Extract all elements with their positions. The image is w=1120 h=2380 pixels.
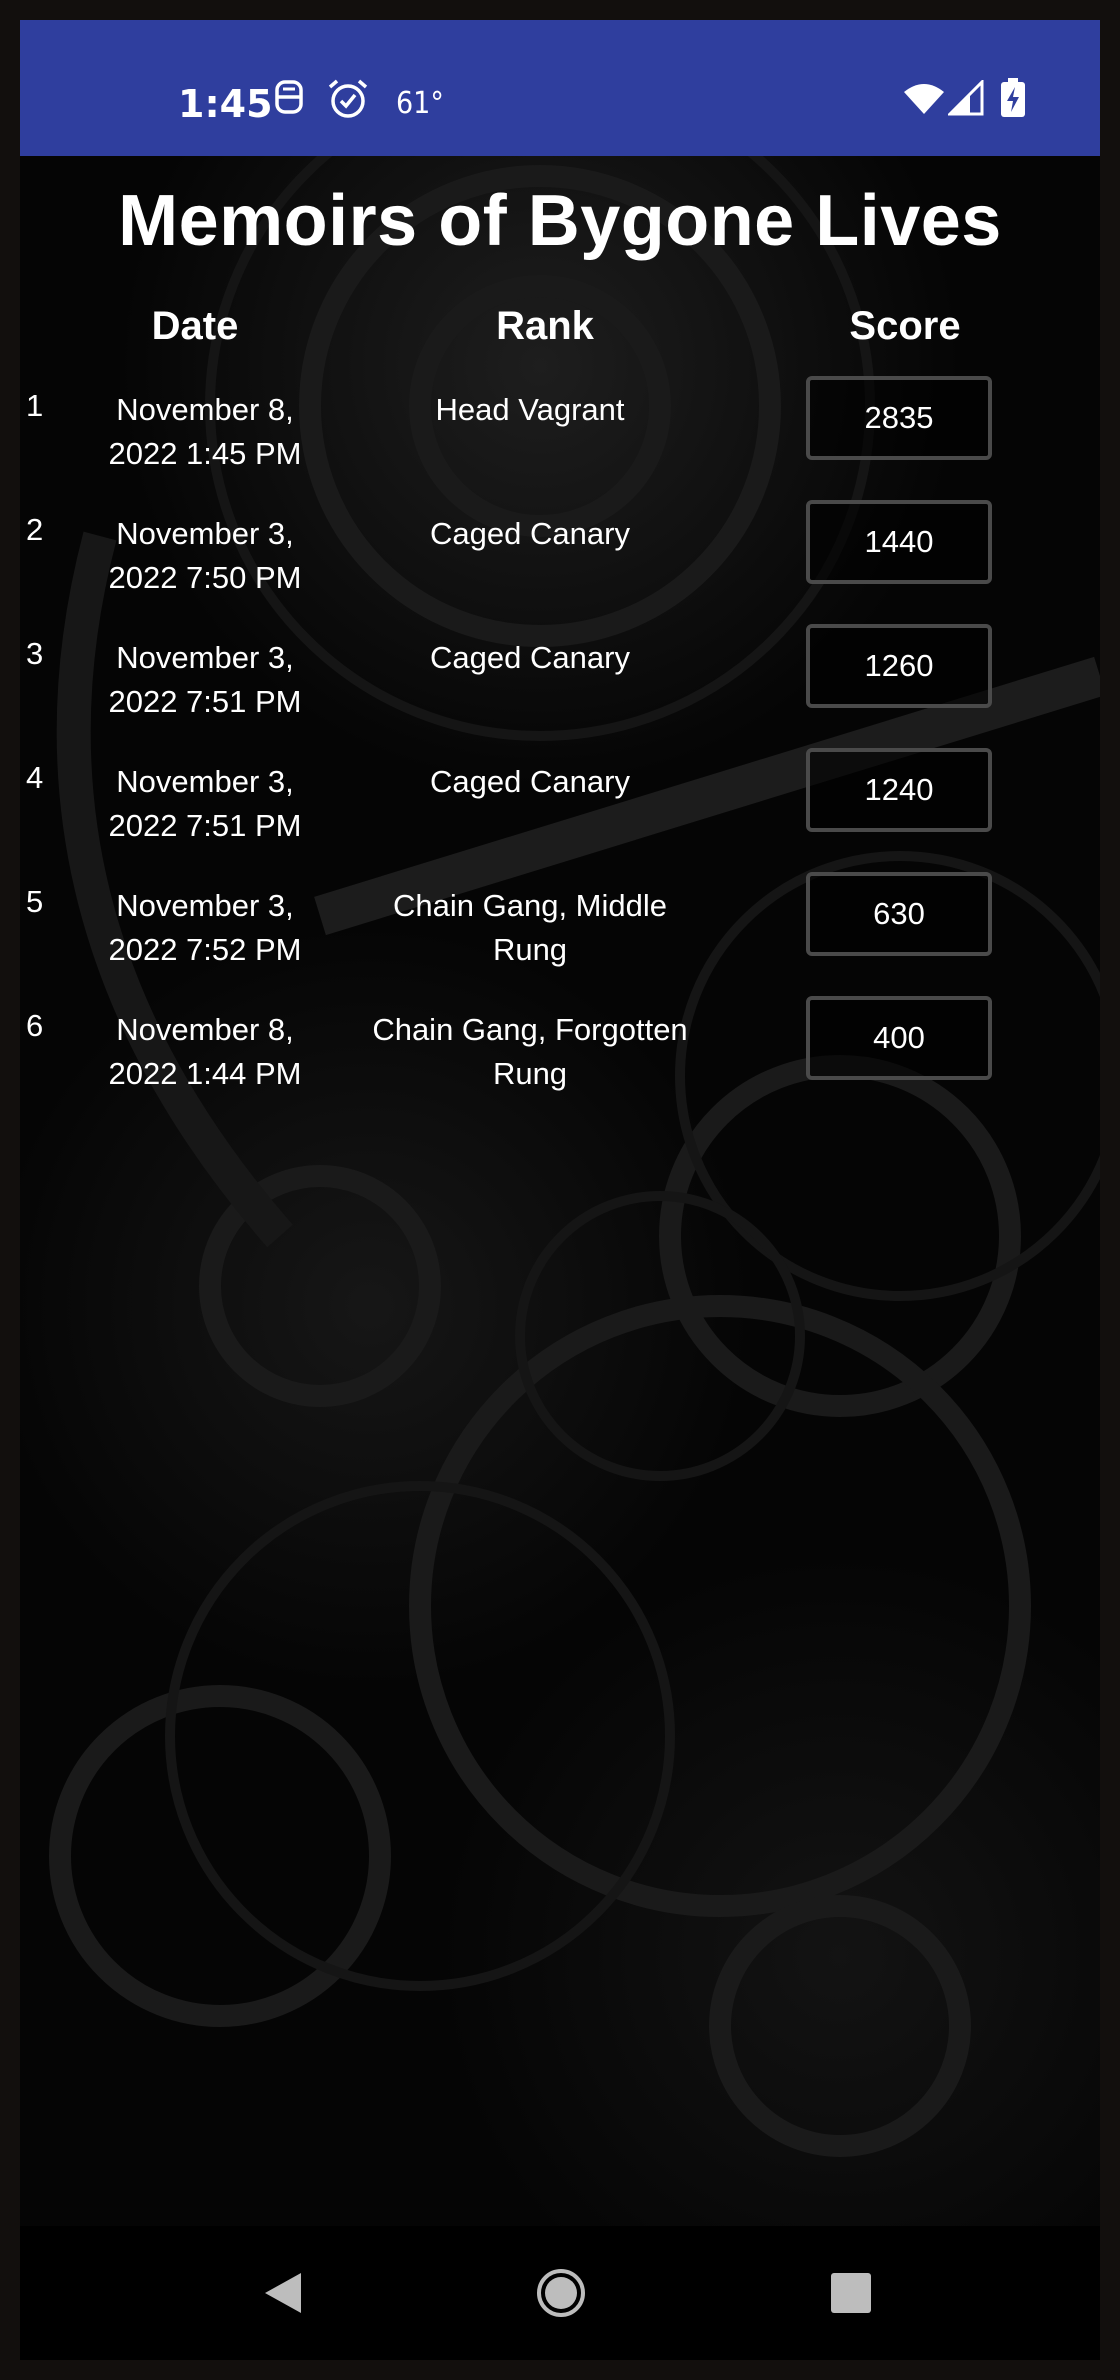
row-rank-line: Rung	[492, 932, 568, 967]
row-score: 1240	[806, 748, 992, 832]
row-index: 3	[26, 636, 44, 671]
row-rank-line: Chain Gang, Forgotten	[372, 1012, 688, 1047]
status-bar: 1:45 61°	[20, 20, 1100, 156]
row-date-line: November 3,	[116, 888, 294, 923]
leaderboard-row: 1 November 8, 2022 1:45 PM Head Vagrant …	[20, 376, 1100, 512]
row-score: 630	[806, 872, 992, 956]
column-header-rank: Rank	[496, 304, 594, 348]
row-date-line: 2022 7:52 PM	[108, 932, 302, 967]
navigation-bar	[20, 2226, 1100, 2360]
row-index: 4	[26, 760, 44, 795]
leaderboard-row: 4 November 3, 2022 7:51 PM Caged Canary …	[20, 748, 1100, 884]
row-rank: Head Vagrant	[350, 388, 710, 432]
leaderboard-row: 2 November 3, 2022 7:50 PM Caged Canary …	[20, 500, 1100, 636]
alarm-icon	[326, 78, 370, 125]
row-date: November 3, 2022 7:50 PM	[80, 512, 330, 600]
row-date-line: November 8,	[116, 392, 294, 427]
row-index: 5	[26, 884, 44, 919]
row-date: November 3, 2022 7:51 PM	[80, 760, 330, 848]
row-rank: Chain Gang, Forgotten Rung	[350, 1008, 710, 1096]
row-rank: Chain Gang, Middle Rung	[350, 884, 710, 972]
row-index: 2	[26, 512, 44, 547]
row-rank-line: Head Vagrant	[435, 392, 625, 427]
notification-icon	[272, 78, 306, 123]
row-date-line: November 8,	[116, 1012, 294, 1047]
row-score: 400	[806, 996, 992, 1080]
row-date-line: November 3,	[116, 764, 294, 799]
status-time: 1:45	[178, 82, 273, 126]
row-date-line: 2022 7:51 PM	[108, 684, 302, 719]
row-date-line: 2022 1:44 PM	[108, 1056, 302, 1091]
signal-icon	[946, 78, 984, 121]
row-rank-line: Rung	[492, 1056, 568, 1091]
leaderboard-screen: Memoirs of Bygone Lives Date Rank Score …	[20, 156, 1100, 2226]
row-score: 1260	[806, 624, 992, 708]
row-date-line: November 3,	[116, 640, 294, 675]
row-rank-line: Chain Gang, Middle	[393, 888, 667, 923]
row-date: November 3, 2022 7:51 PM	[80, 636, 330, 724]
back-icon	[265, 2273, 301, 2313]
phone-screen: 1:45 61° Memoirs of Bygone Lives Date Ra…	[20, 20, 1100, 2360]
row-rank-line: Caged Canary	[430, 516, 630, 551]
row-score: 1440	[806, 500, 992, 584]
back-button[interactable]	[248, 2258, 318, 2328]
row-rank: Caged Canary	[350, 636, 710, 680]
row-rank: Caged Canary	[350, 760, 710, 804]
row-rank: Caged Canary	[350, 512, 710, 556]
home-button[interactable]	[526, 2258, 596, 2328]
row-date: November 8, 2022 1:45 PM	[80, 388, 330, 476]
row-index: 1	[26, 388, 44, 423]
wifi-icon	[902, 82, 946, 121]
home-icon	[537, 2269, 585, 2317]
row-date: November 8, 2022 1:44 PM	[80, 1008, 330, 1096]
recents-button[interactable]	[816, 2258, 886, 2328]
battery-charging-icon	[1000, 78, 1026, 123]
row-date: November 3, 2022 7:52 PM	[80, 884, 330, 972]
row-date-line: 2022 7:50 PM	[108, 560, 302, 595]
row-date-line: 2022 1:45 PM	[108, 436, 302, 471]
row-date-line: 2022 7:51 PM	[108, 808, 302, 843]
status-temperature: 61°	[396, 86, 444, 121]
leaderboard-row: 6 November 8, 2022 1:44 PM Chain Gang, F…	[20, 996, 1100, 1132]
column-header-score: Score	[849, 304, 961, 348]
column-header-date: Date	[151, 304, 239, 348]
row-score: 2835	[806, 376, 992, 460]
row-date-line: November 3,	[116, 516, 294, 551]
page-title: Memoirs of Bygone Lives	[118, 181, 1002, 261]
recents-icon	[831, 2273, 871, 2313]
row-rank-line: Caged Canary	[430, 640, 630, 675]
row-rank-line: Caged Canary	[430, 764, 630, 799]
leaderboard-row: 3 November 3, 2022 7:51 PM Caged Canary …	[20, 624, 1100, 760]
row-index: 6	[26, 1008, 44, 1043]
leaderboard-row: 5 November 3, 2022 7:52 PM Chain Gang, M…	[20, 872, 1100, 1008]
